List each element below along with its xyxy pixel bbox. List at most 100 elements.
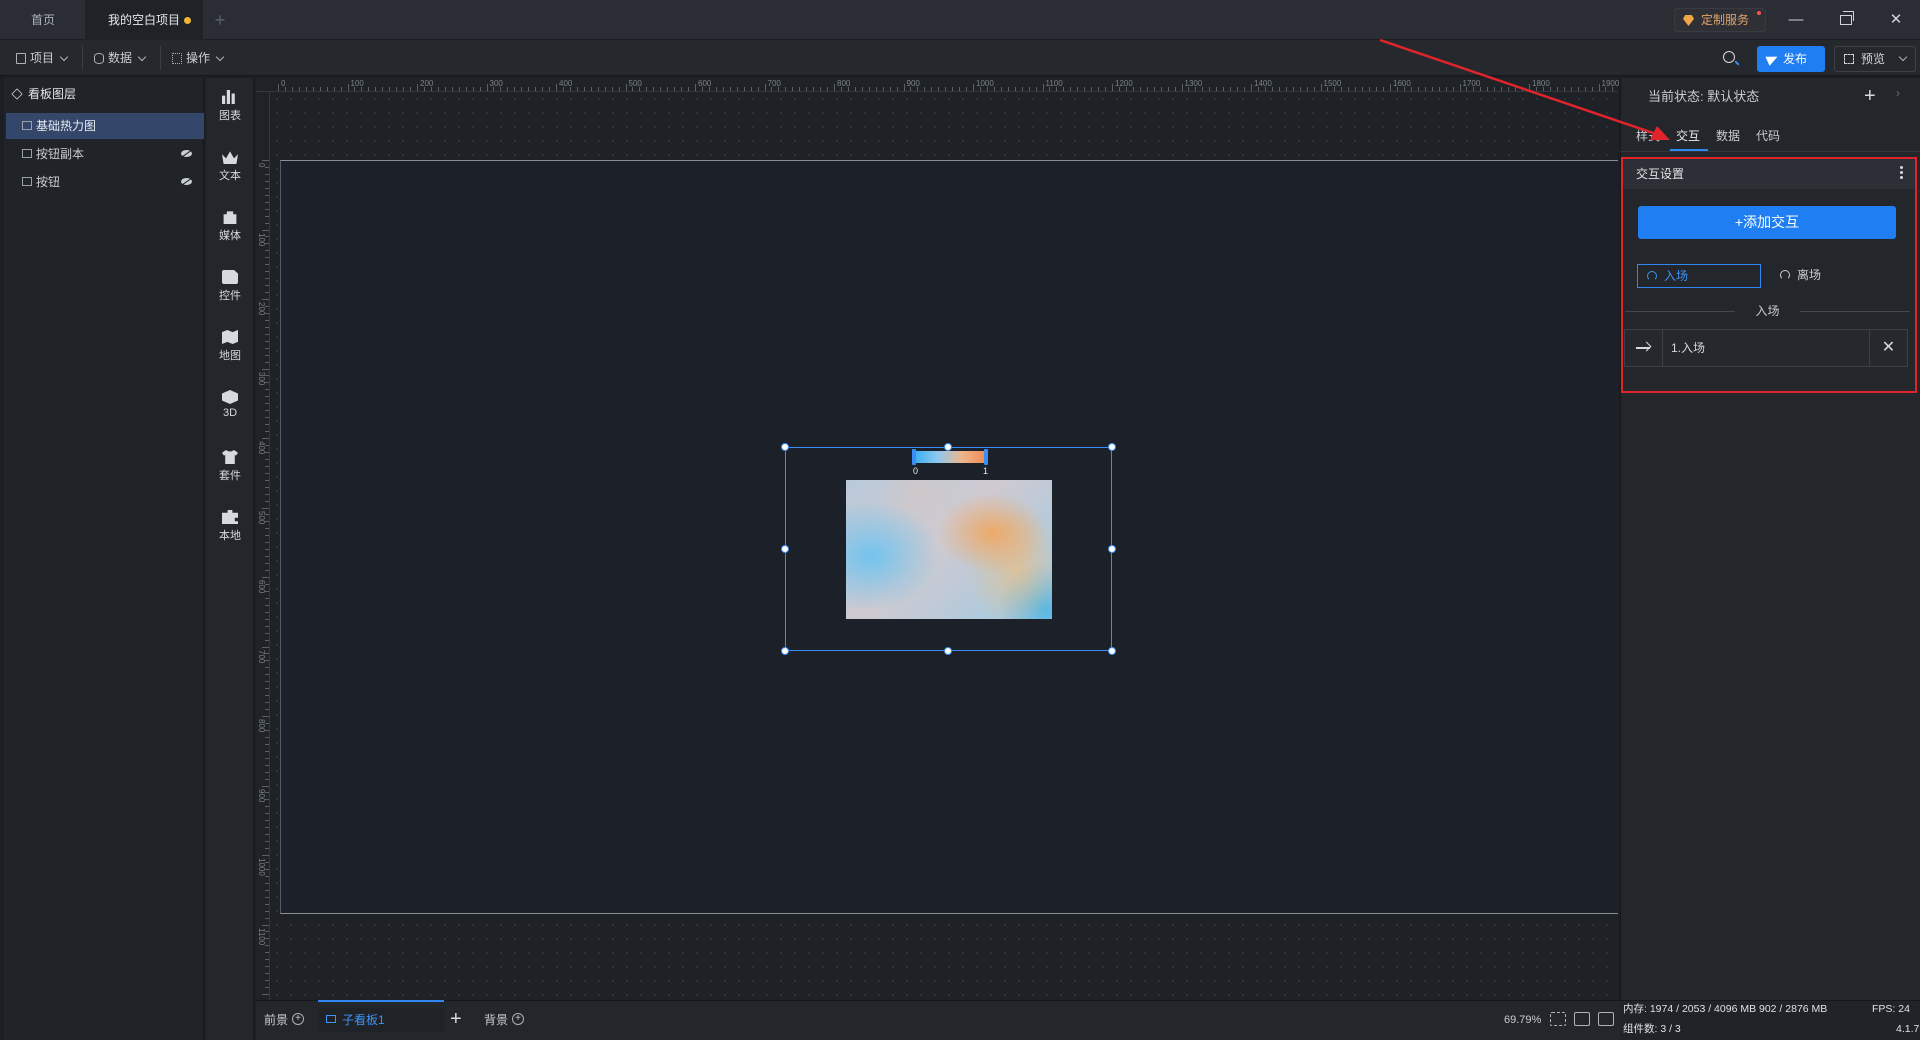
ruler-tick [1223,87,1225,91]
ruler-tick [265,966,269,968]
resize-handle[interactable] [781,443,789,451]
ruler-tick [1202,87,1204,91]
layer-item-button[interactable]: 按钮 [6,169,204,195]
search-button[interactable] [1720,48,1742,70]
ruler-tick [813,87,815,91]
ruler-tick [265,528,269,530]
ruler-tick [1153,87,1155,91]
component-3d[interactable]: 3D [206,386,254,432]
ruler-tick [1376,87,1378,91]
component-map[interactable]: 地图 [206,326,254,372]
ruler-tick [265,743,269,745]
tab-interaction[interactable]: 交互 [1676,125,1700,147]
menu-data[interactable]: 数据 [88,46,151,70]
ruler-tick [265,896,269,898]
tab-home[interactable]: 首页 [6,0,80,40]
ruler-tick [265,215,269,217]
board-tab-label: 前景 [264,1013,289,1027]
keyboard-icon[interactable] [1574,1012,1590,1026]
board-tab-sub-board[interactable]: 子看板1 [318,1008,444,1032]
tab-style[interactable]: 样式 [1636,125,1660,147]
ruler-tick [265,841,269,843]
ruler-tick [265,632,269,634]
restore-button[interactable] [1824,0,1868,40]
toolbar-divider [82,46,83,70]
ruler-tick [1181,84,1183,91]
ruler-tick [1494,87,1496,91]
layer-item-button-copy[interactable]: 按钮副本 [6,141,204,167]
ruler-tick [1362,87,1364,91]
board-tab-background[interactable]: 背景 + [484,1008,525,1032]
ruler-tick [576,87,578,91]
ruler-tick [757,87,759,91]
fullscreen-icon [1844,54,1854,64]
publish-button[interactable]: 发布 [1757,46,1825,72]
component-text[interactable]: 文本 [206,146,254,192]
ruler-tick [265,910,269,912]
component-local[interactable]: 本地 [206,506,254,552]
eye-hidden-icon[interactable] [181,178,192,185]
resize-handle[interactable] [944,647,952,655]
chevron-down-icon [1898,52,1908,62]
ruler-tick [410,87,412,91]
ruler-tick [265,757,269,759]
component-media[interactable]: 媒体 [206,206,254,252]
board-tab-foreground[interactable]: 前景 + [264,1008,305,1032]
resize-handle[interactable] [1108,545,1116,553]
resize-handle[interactable] [781,647,789,655]
selection-box[interactable] [781,443,1116,655]
preview-button[interactable]: 预览 [1834,46,1916,72]
resize-handle[interactable] [944,443,952,451]
add-state-button[interactable]: + [1864,84,1876,108]
layer-item-heatmap[interactable]: 基础热力图 [6,113,204,139]
ruler-tick [1251,84,1252,91]
layer-label: 按钮副本 [36,147,85,161]
ruler-tick [265,611,269,613]
ruler-tick [1591,87,1593,91]
custom-service-button[interactable]: 定制服务 [1674,8,1766,32]
ruler-tick [729,87,731,91]
add-circle-icon[interactable]: + [512,1013,525,1025]
ruler-tick [688,87,690,91]
menu-project[interactable]: 项目 [10,46,73,70]
ruler-tick [1313,87,1315,91]
component-kit[interactable]: 套件 [206,446,254,492]
close-window-button[interactable]: ✕ [1874,0,1918,40]
ruler-tick [265,674,269,676]
component-control[interactable]: 控件 [206,266,254,312]
add-circle-icon[interactable]: + [292,1013,305,1025]
ruler-tick [653,87,655,91]
ruler-tick [1278,87,1280,91]
ruler-tick [542,87,544,91]
ruler-tick [265,604,269,606]
ruler-tick [265,278,269,280]
minimize-button[interactable]: — [1774,0,1818,40]
add-tab-button[interactable]: + [210,0,230,40]
fit-screen-icon[interactable] [1550,1012,1566,1026]
ruler-tick [265,340,269,342]
ruler-tick [1598,84,1600,91]
zoom-level[interactable]: 69.79% [1504,1012,1541,1028]
ruler-tick [618,87,620,91]
ruler-tick [1529,84,1530,91]
ruler-tick [265,208,269,210]
tab-project[interactable]: 我的空白项目 [85,0,203,40]
resize-handle[interactable] [781,545,789,553]
ruler-tick [265,396,269,398]
add-board-button[interactable]: + [450,1004,462,1034]
ruler-tick [472,87,474,91]
terminal-icon[interactable] [1598,1012,1614,1026]
ruler-tick [1105,87,1107,91]
ruler-label: 600 [257,580,266,594]
chevron-right-icon[interactable]: › [1896,86,1900,100]
component-chart[interactable]: 图表 [206,86,254,132]
resize-handle[interactable] [1108,647,1116,655]
tab-data[interactable]: 数据 [1716,125,1740,147]
eye-hidden-icon[interactable] [181,150,192,157]
vertical-ruler[interactable]: 0 100 200 300 400 500 600 700 800 900 1000 1100 [256,92,270,1000]
horizontal-ruler[interactable]: 0 100 200 300 400 500 600 700 800 900 1000 1100 1200… [256,78,1619,92]
tab-code[interactable]: 代码 [1756,125,1780,147]
menu-operation[interactable]: 操作 [166,46,229,70]
resize-handle[interactable] [1108,443,1116,451]
ruler-tick [966,87,968,91]
